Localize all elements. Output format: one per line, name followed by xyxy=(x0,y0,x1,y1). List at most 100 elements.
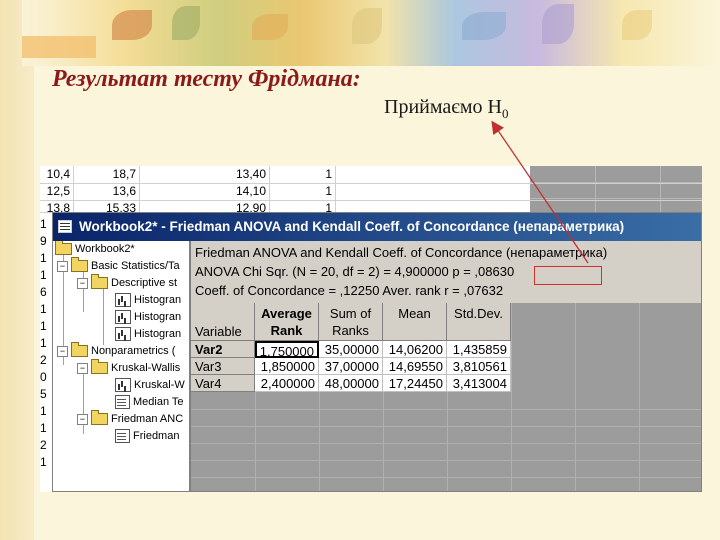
collapse-icon[interactable]: − xyxy=(77,277,88,289)
tree-node-kruskal-wallis[interactable]: − Kruskal-Wallis xyxy=(77,359,181,377)
tree-node-nonparametrics[interactable]: − Nonparametrics ( xyxy=(57,342,175,360)
row-fragment: 2 xyxy=(40,353,47,367)
histogram-icon xyxy=(115,293,131,308)
row-fragment: 1 xyxy=(40,336,47,350)
row-fragment: 5 xyxy=(40,387,47,401)
tree-node-workbook[interactable]: Workbook2* xyxy=(55,241,135,258)
left-decorative-strip xyxy=(0,0,34,540)
table-cell[interactable]: 3,413004 xyxy=(447,375,511,392)
folder-icon xyxy=(91,359,108,375)
tree-node-histogram[interactable]: Histogran xyxy=(115,292,181,309)
background-row: 10,4 18,7 13,40 1 xyxy=(40,166,702,184)
collapse-icon[interactable]: − xyxy=(77,413,88,425)
row-fragment: 1 xyxy=(40,251,47,265)
row-fragment: 9 xyxy=(40,234,47,248)
background-cell: 13,6 xyxy=(74,183,140,200)
folder-icon xyxy=(55,241,72,256)
row-header-var3[interactable]: Var3 xyxy=(191,358,255,375)
row-header-var2[interactable]: Var2 xyxy=(191,341,255,358)
column-header-mean[interactable]: Mean xyxy=(383,303,447,341)
row-fragment: 1 xyxy=(40,217,47,231)
row-fragment: 1 xyxy=(40,302,47,316)
row-fragment: 6 xyxy=(40,285,47,299)
background-row-fragments: 1 9 1 1 6 1 1 1 2 0 5 1 1 2 1 xyxy=(40,216,52,471)
tree-node-descriptive-stats[interactable]: − Descriptive st xyxy=(77,274,178,292)
collapse-icon[interactable]: − xyxy=(77,362,88,374)
folder-icon xyxy=(91,410,108,426)
tree-node-label: Histogran xyxy=(134,294,182,306)
annotation-accept-h0: Приймаємо H0 xyxy=(384,96,508,122)
column-header-variable[interactable]: Variable xyxy=(191,303,255,341)
table-cell[interactable]: 14,69550 xyxy=(383,358,447,375)
row-fragment: 1 xyxy=(40,319,47,333)
tree-node-label: Histogran xyxy=(134,311,182,323)
tree-node-label: Median Te xyxy=(133,396,184,408)
background-cell: 1 xyxy=(270,183,336,200)
row-fragment: 1 xyxy=(40,455,47,469)
table-cell[interactable]: 17,24450 xyxy=(383,375,447,392)
row-fragment: 1 xyxy=(40,268,47,282)
tree-node-histogram[interactable]: Histogran xyxy=(115,326,181,343)
results-header: Friedman ANOVA and Kendall Coeff. of Con… xyxy=(191,241,701,303)
tree-node-label: Friedman xyxy=(133,430,180,442)
spreadsheet-icon xyxy=(115,429,130,444)
tree-node-label: Descriptive st xyxy=(111,277,178,289)
background-cell: 1 xyxy=(270,166,336,183)
histogram-icon xyxy=(115,327,131,342)
tree-node-label: Basic Statistics/Ta xyxy=(91,260,180,272)
folder-icon xyxy=(91,274,108,290)
column-header-std-dev[interactable]: Std.Dev. xyxy=(447,303,511,341)
background-cell: 12,5 xyxy=(40,183,74,200)
tree-node-friedman-sheet[interactable]: Friedman xyxy=(115,428,179,445)
decorative-block xyxy=(22,36,96,58)
slide-title: Результат тесту Фрідмана: xyxy=(52,66,361,92)
tree-node-label: Histogran xyxy=(134,328,182,340)
workbook-titlebar[interactable]: Workbook2* - Friedman ANOVA and Kendall … xyxy=(53,213,701,241)
workbook-title: Workbook2* - Friedman ANOVA and Kendall … xyxy=(79,219,625,234)
collapse-icon[interactable]: − xyxy=(57,345,68,357)
spreadsheet-icon xyxy=(115,395,130,410)
column-header-sum-of-ranks[interactable]: Sum of Ranks xyxy=(319,303,383,341)
table-cell[interactable]: 1,750000 xyxy=(255,341,319,359)
column-header-average-rank[interactable]: Average Rank xyxy=(255,303,319,341)
collapse-icon[interactable]: − xyxy=(57,260,68,272)
tree-node-label: Workbook2* xyxy=(75,243,135,255)
workbook-icon xyxy=(58,220,72,233)
table-cell[interactable]: 14,06200 xyxy=(383,341,447,358)
table-cell[interactable]: 3,810561 xyxy=(447,358,511,375)
tree-node-median-test[interactable]: Median Te xyxy=(115,394,184,411)
table-cell[interactable]: 1,435859 xyxy=(447,341,511,358)
decorative-banner xyxy=(22,0,720,66)
table-cell[interactable]: 2,400000 xyxy=(255,375,319,392)
results-spreadsheet[interactable]: Friedman ANOVA and Kendall Coeff. of Con… xyxy=(191,241,701,491)
histogram-icon xyxy=(115,310,131,325)
row-fragment: 2 xyxy=(40,438,47,452)
tree-node-kruskal-w-chart[interactable]: Kruskal-W xyxy=(115,377,185,394)
workbook-window[interactable]: Workbook2* - Friedman ANOVA and Kendall … xyxy=(52,212,702,492)
tree-node-friedman-anova[interactable]: − Friedman ANC xyxy=(77,410,183,428)
table-cell[interactable]: 35,00000 xyxy=(319,341,383,358)
tree-node-basic-statistics[interactable]: − Basic Statistics/Ta xyxy=(57,257,180,275)
annotation-subscript: 0 xyxy=(501,106,509,121)
background-cell: 10,4 xyxy=(40,166,74,183)
table-cell[interactable]: 1,850000 xyxy=(255,358,319,375)
background-row: 12,5 13,6 14,10 1 xyxy=(40,183,702,201)
tree-node-label: Kruskal-W xyxy=(134,379,185,391)
tree-node-label: Kruskal-Wallis xyxy=(111,362,181,374)
empty-header-area xyxy=(511,303,701,341)
row-fragment: 1 xyxy=(40,404,47,418)
table-cell[interactable]: 48,00000 xyxy=(319,375,383,392)
annotation-text: Приймаємо H xyxy=(384,96,502,118)
tree-node-histogram[interactable]: Histogran xyxy=(115,309,181,326)
background-cell: 18,7 xyxy=(74,166,140,183)
workbook-tree[interactable]: Workbook2* − Basic Statistics/Ta − Descrip… xyxy=(53,241,191,491)
table-cell[interactable]: 37,00000 xyxy=(319,358,383,375)
p-value-highlight-box xyxy=(534,266,602,285)
row-fragment: 0 xyxy=(40,370,47,384)
header-line-title: Friedman ANOVA and Kendall Coeff. of Con… xyxy=(195,245,608,260)
row-header-var4[interactable]: Var4 xyxy=(191,375,255,392)
histogram-icon xyxy=(115,378,131,393)
background-cell: 13,40 xyxy=(140,166,270,183)
folder-icon xyxy=(71,257,88,273)
background-cell: 14,10 xyxy=(140,183,270,200)
